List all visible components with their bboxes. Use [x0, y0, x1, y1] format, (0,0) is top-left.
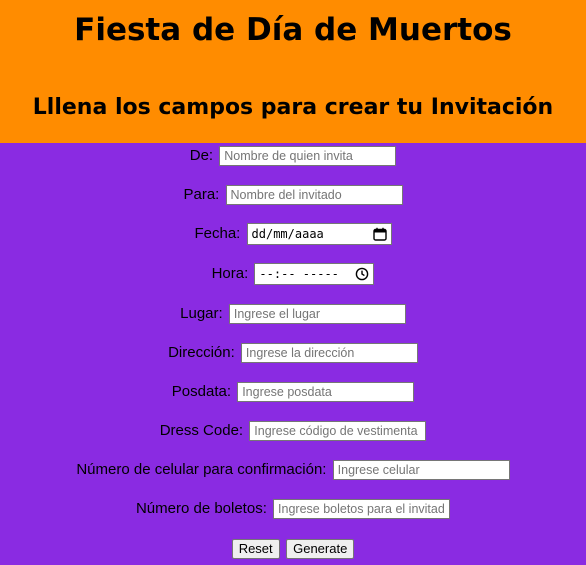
para-label: Para:: [183, 186, 220, 204]
hora-input[interactable]: --:-- -----: [254, 263, 375, 286]
row-hora: Hora: --:-- -----: [0, 263, 586, 286]
row-boletos: Número de boletos:: [0, 498, 586, 520]
de-input[interactable]: [219, 146, 397, 167]
posdata-input[interactable]: [237, 382, 415, 403]
lugar-label: Lugar:: [180, 305, 223, 323]
fecha-placeholder: dd/mm/aaaa: [251, 227, 324, 242]
direccion-input[interactable]: [240, 343, 418, 364]
de-label: De:: [189, 147, 214, 165]
direccion-label: Dirección:: [168, 344, 235, 362]
page-subtitle: Lllena los campos para crear tu Invitaci…: [32, 95, 554, 120]
row-lugar: Lugar:: [0, 303, 586, 325]
dress-code-label: Dress Code:: [159, 422, 244, 440]
lugar-input[interactable]: [228, 304, 406, 325]
page-header: Fiesta de Día de Muertos Lllena los camp…: [0, 0, 586, 143]
boletos-label: Número de boletos:: [135, 500, 267, 518]
clock-icon[interactable]: [355, 267, 369, 281]
row-posdata: Posdata:: [0, 381, 586, 403]
celular-input[interactable]: [332, 460, 510, 481]
fecha-input[interactable]: dd/mm/aaaa: [246, 223, 392, 246]
celular-label: Número de celular para confirmación:: [76, 461, 327, 479]
row-direccion: Dirección:: [0, 342, 586, 364]
page-title: Fiesta de Día de Muertos: [74, 12, 512, 48]
posdata-label: Posdata:: [171, 383, 232, 401]
boletos-input[interactable]: [273, 499, 451, 520]
row-celular: Número de celular para confirmación:: [0, 459, 586, 481]
para-input[interactable]: [225, 185, 403, 206]
hora-label: Hora:: [211, 265, 249, 283]
row-de: De:: [0, 145, 586, 167]
hora-placeholder: --:-- -----: [259, 267, 339, 282]
reset-button[interactable]: Reset: [231, 539, 280, 559]
generate-button[interactable]: Generate: [286, 539, 355, 559]
row-fecha: Fecha: dd/mm/aaaa: [0, 223, 586, 246]
row-para: Para:: [0, 184, 586, 206]
fecha-label: Fecha:: [194, 225, 241, 243]
dress-code-input[interactable]: [249, 421, 427, 442]
form-buttons: Reset Generate: [0, 539, 586, 559]
row-dress-code: Dress Code:: [0, 420, 586, 442]
calendar-icon[interactable]: [372, 227, 387, 241]
